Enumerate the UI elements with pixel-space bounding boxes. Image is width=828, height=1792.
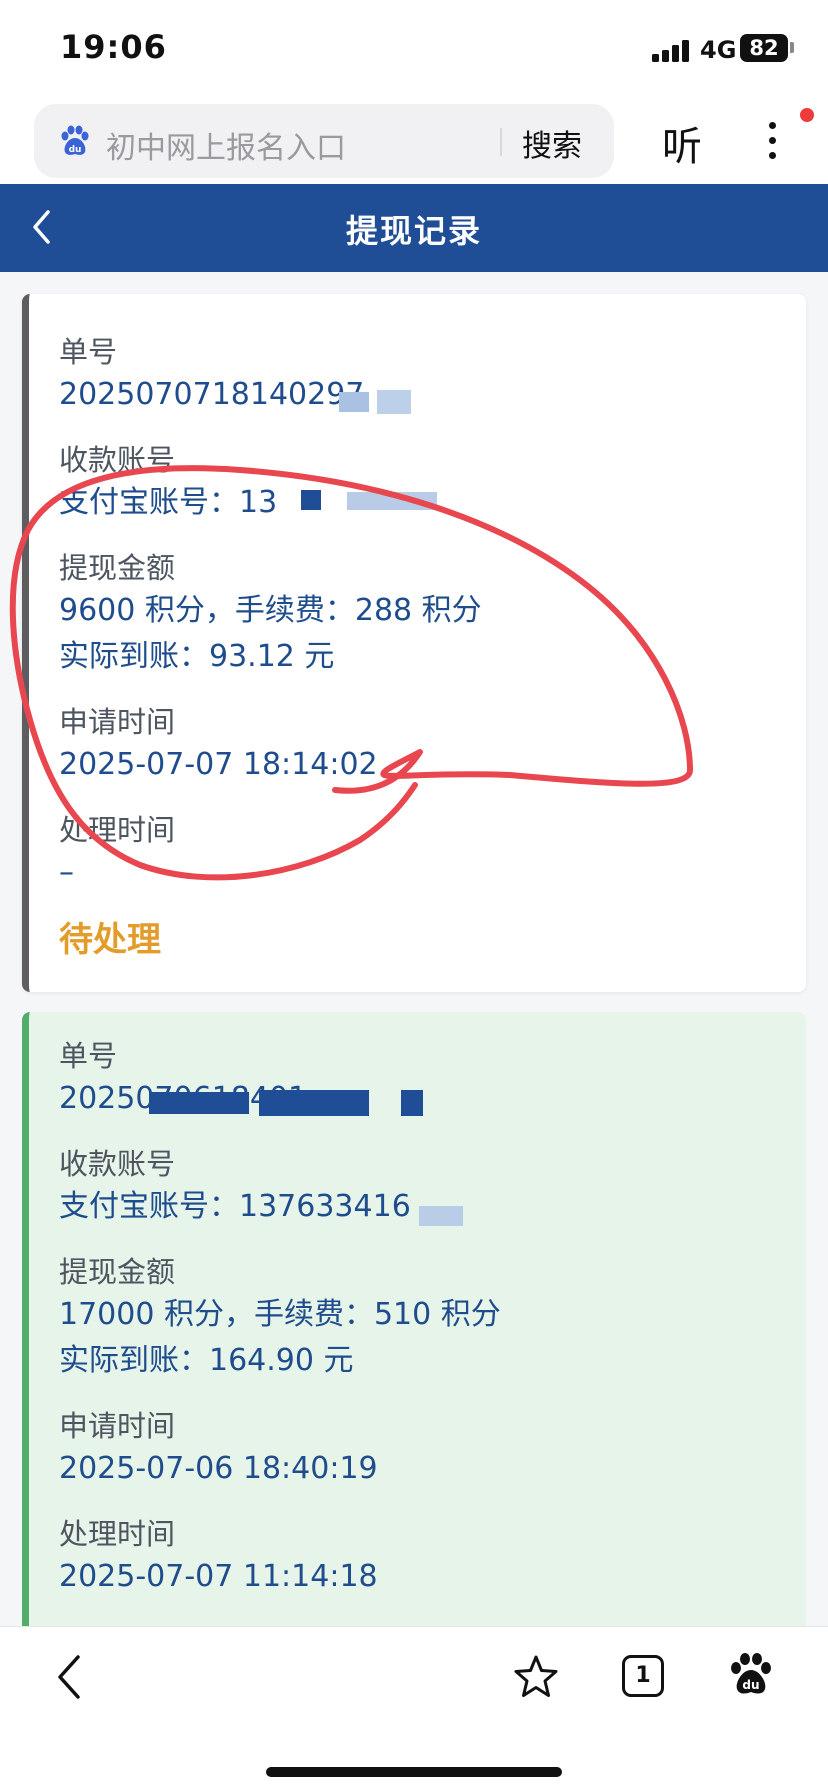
network-type: 4G — [700, 36, 737, 64]
browser-bottom-bar: 1 du — [0, 1626, 828, 1792]
order-label: 单号 — [59, 335, 118, 369]
account-field: 收款账号 支付宝账号：137633416 — [59, 1144, 411, 1230]
account-label: 收款账号 — [59, 443, 176, 477]
browser-bar: du 初中网上报名入口 搜索 听 — [0, 96, 828, 184]
amount-field: 提现金额 17000 积分，手续费：510 积分 实际到账：164.90 元 — [59, 1252, 501, 1384]
records-list[interactable]: 单号 2025070718140297 收款账号 支付宝账号：13 提现金额 9… — [0, 272, 828, 1626]
amount-label: 提现金额 — [59, 1255, 176, 1289]
baidu-paw-icon: du — [61, 125, 89, 155]
apply-time-field: 申请时间 2025-07-07 18:14:02 — [59, 702, 378, 788]
process-time-label: 处理时间 — [59, 813, 176, 847]
process-time-value: 2025-07-07 11:14:18 — [59, 1559, 378, 1594]
account-field: 收款账号 支付宝账号：13 — [59, 440, 277, 526]
redaction-mark — [419, 1206, 463, 1226]
star-icon[interactable] — [512, 1653, 560, 1701]
process-time-field: 处理时间 – — [59, 810, 175, 896]
svg-text:du: du — [742, 1678, 759, 1692]
process-time-label: 处理时间 — [59, 1517, 176, 1551]
home-indicator — [266, 1767, 562, 1777]
screen: 19:06 4G 82 du 初中网上报名入口 搜索 听 提现记录 单号 202… — [0, 0, 828, 1792]
redaction-mark — [259, 1090, 369, 1116]
tabs-icon[interactable]: 1 — [622, 1655, 664, 1697]
redaction-mark — [301, 490, 321, 510]
page-title: 提现记录 — [345, 212, 482, 250]
redaction-mark — [339, 392, 369, 412]
process-time-field: 处理时间 2025-07-07 11:14:18 — [59, 1514, 378, 1600]
notification-dot — [800, 108, 814, 122]
apply-time-label: 申请时间 — [59, 1409, 176, 1443]
amount-field: 提现金额 9600 积分，手续费：288 积分 实际到账：93.12 元 — [59, 548, 482, 680]
withdraw-record-card: 单号 2025070618401 收款账号 支付宝账号：137633416 提现… — [22, 1012, 806, 1626]
received-value: 实际到账：93.12 元 — [59, 639, 335, 674]
page-header: 提现记录 — [0, 184, 828, 272]
search-button[interactable]: 搜索 — [522, 121, 582, 165]
amount-value: 17000 积分，手续费：510 积分 — [59, 1297, 501, 1332]
battery-tip — [790, 42, 794, 53]
search-divider — [500, 128, 502, 156]
account-value: 支付宝账号：137633416 — [59, 1189, 411, 1224]
amount-value: 9600 积分，手续费：288 积分 — [59, 593, 482, 628]
redaction-mark — [401, 1090, 423, 1116]
process-time-value: – — [59, 855, 74, 890]
order-value: 2025070718140297 — [59, 377, 365, 412]
status-bar: 19:06 4G 82 — [0, 0, 828, 96]
withdraw-record-card: 单号 2025070718140297 收款账号 支付宝账号：13 提现金额 9… — [22, 294, 806, 992]
status-time: 19:06 — [60, 28, 167, 66]
amount-label: 提现金额 — [59, 551, 176, 585]
received-value: 实际到账：164.90 元 — [59, 1343, 354, 1378]
status-badge: 待处理 — [59, 920, 161, 960]
back-chevron-icon[interactable] — [50, 1651, 90, 1703]
account-label: 收款账号 — [59, 1147, 176, 1181]
signal-icon — [652, 40, 692, 62]
order-field: 单号 2025070718140297 — [59, 332, 364, 418]
apply-time-value: 2025-07-07 18:14:02 — [59, 747, 378, 782]
apply-time-label: 申请时间 — [59, 705, 176, 739]
svg-text:du: du — [69, 145, 82, 155]
redaction-mark — [347, 492, 437, 510]
search-box[interactable]: du 初中网上报名入口 搜索 — [34, 104, 614, 178]
battery-icon: 82 — [740, 34, 788, 62]
redaction-mark — [377, 390, 411, 414]
apply-time-value: 2025-07-06 18:40:19 — [59, 1451, 378, 1486]
search-input[interactable]: 初中网上报名入口 — [106, 123, 346, 167]
redaction-mark — [149, 1092, 249, 1114]
more-dots-icon[interactable] — [766, 118, 778, 164]
account-value: 支付宝账号：13 — [59, 485, 278, 520]
order-label: 单号 — [59, 1039, 118, 1073]
listen-button[interactable]: 听 — [662, 114, 702, 172]
baidu-home-icon[interactable]: du — [728, 1651, 774, 1697]
apply-time-field: 申请时间 2025-07-06 18:40:19 — [59, 1406, 378, 1492]
